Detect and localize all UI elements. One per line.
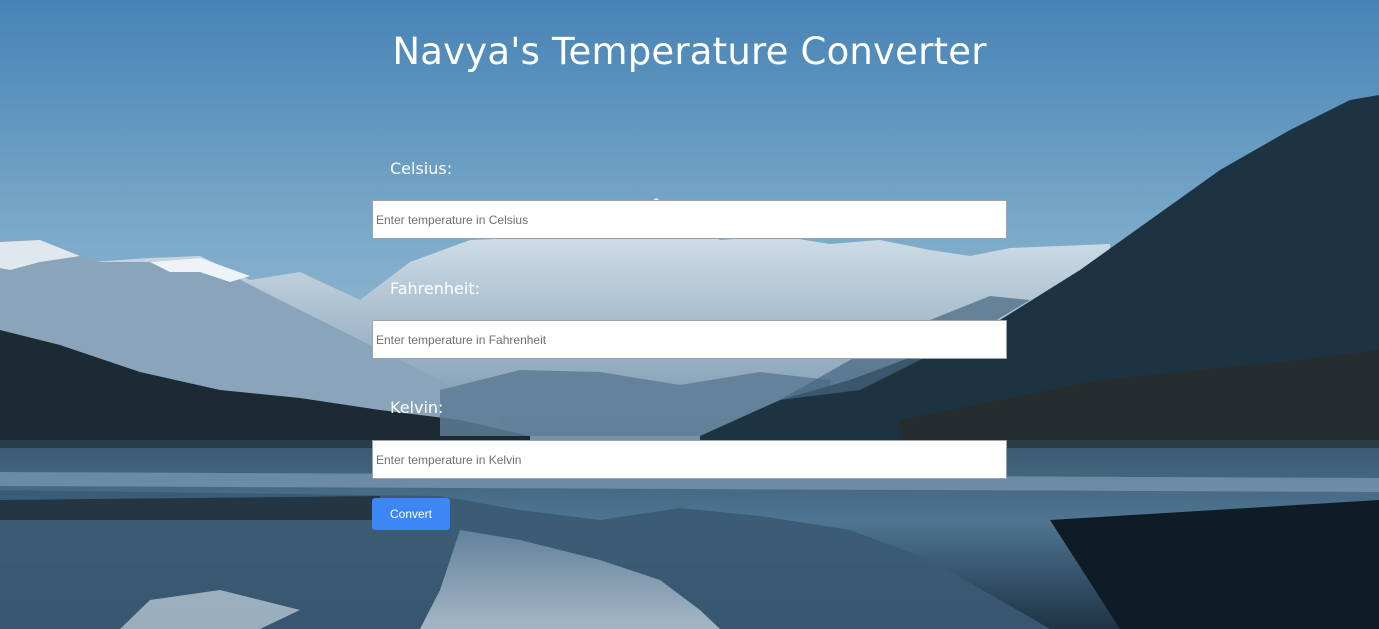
convert-button[interactable]: Convert bbox=[372, 498, 450, 530]
fahrenheit-input[interactable] bbox=[372, 320, 1007, 359]
mountain-lake-background bbox=[0, 0, 1379, 629]
page: Navya's Temperature Converter Celsius: F… bbox=[0, 0, 1379, 629]
celsius-label: Celsius: bbox=[390, 159, 453, 178]
kelvin-label: Kelvin: bbox=[390, 398, 444, 417]
celsius-input[interactable] bbox=[372, 200, 1007, 239]
page-title: Navya's Temperature Converter bbox=[392, 30, 987, 73]
kelvin-input[interactable] bbox=[372, 440, 1007, 479]
fahrenheit-label: Fahrenheit: bbox=[390, 279, 480, 298]
